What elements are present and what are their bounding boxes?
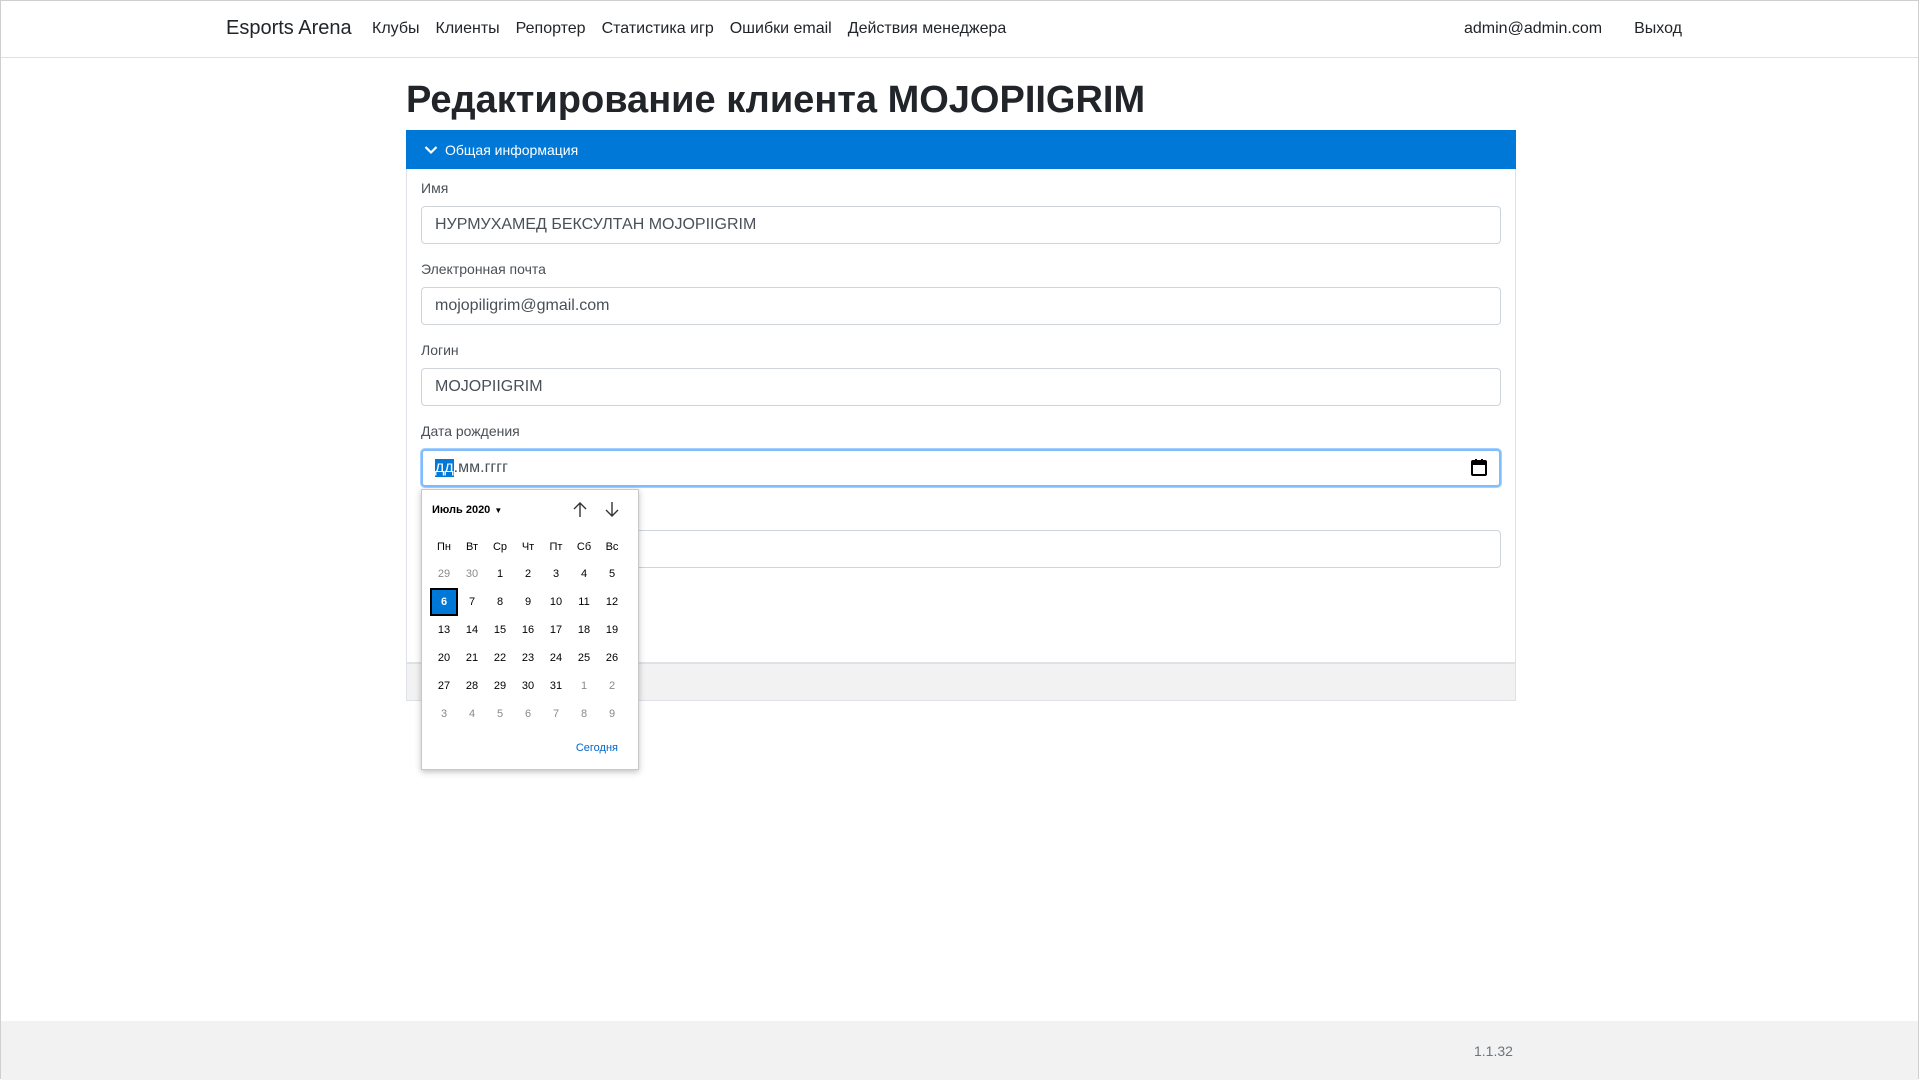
- weekday-label: Сб: [576, 541, 592, 553]
- today-button[interactable]: Сегодня: [576, 742, 618, 754]
- calendar-day[interactable]: 24: [542, 644, 570, 672]
- brand-link[interactable]: Esports Arena: [226, 17, 352, 40]
- login-input[interactable]: [421, 368, 1501, 406]
- month-year-selector[interactable]: Июль 2020 ▼: [432, 504, 502, 516]
- calendar-day[interactable]: 16: [514, 616, 542, 644]
- calendar-week: 6 7 8 9 10 11 12: [430, 588, 626, 616]
- calendar-day[interactable]: 4: [570, 560, 598, 588]
- navbar: Esports Arena Клубы Клиенты Репортер Ста…: [1, 1, 1918, 58]
- nav-link-clubs[interactable]: Клубы: [372, 20, 420, 38]
- user-email-link[interactable]: admin@admin.com: [1464, 20, 1602, 38]
- calendar-day[interactable]: 31: [542, 672, 570, 700]
- calendar-day[interactable]: 18: [570, 616, 598, 644]
- calendar-grid: 29 30 1 2 3 4 5 6 7 8 9 10 11 12 13 14 1…: [430, 560, 626, 728]
- weekday-label: Пт: [549, 541, 563, 553]
- calendar-day[interactable]: 25: [570, 644, 598, 672]
- calendar-week: 20 21 22 23 24 25 26: [430, 644, 626, 672]
- birth-date-label: Дата рождения: [421, 423, 520, 439]
- login-label: Логин: [421, 342, 459, 358]
- calendar-week: 3 4 5 6 7 8 9: [430, 700, 626, 728]
- calendar-day[interactable]: 26: [598, 644, 626, 672]
- calendar-day[interactable]: 13: [430, 616, 458, 644]
- datepicker-popup: Июль 2020 ▼ Пн Вт Ср Чт Пт Сб Вс 29 30 1…: [421, 489, 639, 770]
- calendar-day[interactable]: 27: [430, 672, 458, 700]
- calendar-day[interactable]: 29: [430, 560, 458, 588]
- calendar-day[interactable]: 17: [542, 616, 570, 644]
- calendar-day[interactable]: 30: [458, 560, 486, 588]
- version-label: 1.1.32: [1474, 1043, 1513, 1059]
- calendar-day[interactable]: 5: [598, 560, 626, 588]
- calendar-day[interactable]: 10: [542, 588, 570, 616]
- calendar-day[interactable]: 20: [430, 644, 458, 672]
- chevron-down-icon: [424, 142, 445, 158]
- weekday-label: Вт: [465, 541, 478, 553]
- calendar-day[interactable]: 8: [570, 700, 598, 728]
- calendar-day[interactable]: 1: [570, 672, 598, 700]
- calendar-week: 29 30 1 2 3 4 5: [430, 560, 626, 588]
- email-label: Электронная почта: [421, 261, 546, 277]
- nav-link-game-stats[interactable]: Статистика игр: [602, 20, 714, 38]
- calendar-day-today[interactable]: 6: [430, 588, 458, 616]
- birth-date-rest-segment[interactable]: .мм.гггг: [454, 459, 508, 477]
- calendar-day[interactable]: 12: [598, 588, 626, 616]
- calendar-day[interactable]: 30: [514, 672, 542, 700]
- calendar-day[interactable]: 29: [486, 672, 514, 700]
- calendar-icon[interactable]: [1471, 459, 1487, 481]
- logout-link[interactable]: Выход: [1634, 20, 1682, 38]
- name-label: Имя: [421, 180, 449, 196]
- page-footer: 1.1.32: [1, 1021, 1918, 1080]
- calendar-day[interactable]: 4: [458, 700, 486, 728]
- calendar-day[interactable]: 9: [598, 700, 626, 728]
- calendar-day[interactable]: 2: [598, 672, 626, 700]
- calendar-day[interactable]: 28: [458, 672, 486, 700]
- nav-link-manager-actions[interactable]: Действия менеджера: [848, 20, 1007, 38]
- page-title: Редактирование клиента MOJOPIIGRIM: [406, 79, 1146, 121]
- calendar-day[interactable]: 7: [458, 588, 486, 616]
- section-title: Общая информация: [445, 141, 579, 158]
- weekday-header: Пн Вт Ср Чт Пт Сб Вс: [430, 541, 626, 553]
- email-input[interactable]: [421, 287, 1501, 325]
- nav-user-area: admin@admin.com Выход: [1464, 20, 1682, 38]
- calendar-day[interactable]: 5: [486, 700, 514, 728]
- section-toggle-general-info[interactable]: Общая информация: [406, 130, 1516, 169]
- calendar-day[interactable]: 19: [598, 616, 626, 644]
- arrow-down-icon[interactable]: [604, 501, 620, 521]
- calendar-day[interactable]: 7: [542, 700, 570, 728]
- weekday-label: Ср: [492, 541, 508, 553]
- calendar-day[interactable]: 8: [486, 588, 514, 616]
- calendar-day[interactable]: 15: [486, 616, 514, 644]
- weekday-label: Пн: [437, 541, 451, 553]
- nav-links: Клубы Клиенты Репортер Статистика игр Ош…: [372, 20, 1022, 38]
- calendar-week: 13 14 15 16 17 18 19: [430, 616, 626, 644]
- calendar-day[interactable]: 6: [514, 700, 542, 728]
- calendar-day[interactable]: 23: [514, 644, 542, 672]
- nav-link-reporter[interactable]: Репортер: [516, 20, 586, 38]
- nav-link-email-errors[interactable]: Ошибки email: [730, 20, 832, 38]
- caret-down-icon: ▼: [494, 505, 503, 515]
- calendar-day[interactable]: 3: [542, 560, 570, 588]
- arrow-up-icon[interactable]: [572, 501, 588, 521]
- calendar-day[interactable]: 22: [486, 644, 514, 672]
- calendar-day[interactable]: 9: [514, 588, 542, 616]
- calendar-day[interactable]: 2: [514, 560, 542, 588]
- weekday-label: Чт: [521, 541, 535, 553]
- calendar-day[interactable]: 11: [570, 588, 598, 616]
- birth-date-day-segment[interactable]: дд: [435, 459, 454, 477]
- month-year-label: Июль 2020: [432, 504, 491, 516]
- name-input[interactable]: [421, 206, 1501, 244]
- calendar-week: 27 28 29 30 31 1 2: [430, 672, 626, 700]
- weekday-label: Вс: [605, 541, 619, 553]
- calendar-day[interactable]: 14: [458, 616, 486, 644]
- calendar-day[interactable]: 3: [430, 700, 458, 728]
- birth-date-input[interactable]: дд .мм.гггг: [421, 449, 1501, 487]
- nav-link-clients[interactable]: Клиенты: [436, 20, 500, 38]
- calendar-day[interactable]: 1: [486, 560, 514, 588]
- calendar-day[interactable]: 21: [458, 644, 486, 672]
